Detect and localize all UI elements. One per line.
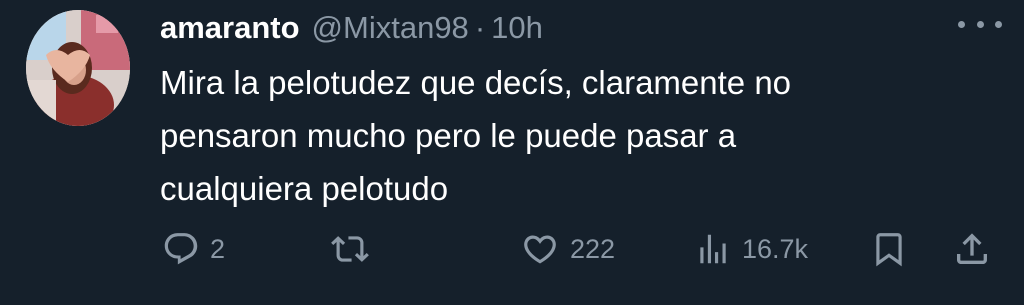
timestamp[interactable]: 10h [491,10,543,46]
more-dot [958,20,965,28]
reply-icon [162,230,200,268]
reply-count: 2 [210,233,226,264]
author-name[interactable]: amaranto [160,10,300,46]
avatar-image [26,10,130,126]
retweet-icon [330,230,370,268]
bookmark-button[interactable] [870,224,908,274]
more-dot [976,20,984,28]
share-icon [952,229,992,269]
tweet-header: amaranto @Mixtan98 · 10h [160,8,543,48]
views-button[interactable]: 16.7k [694,224,808,274]
like-count: 222 [570,233,616,264]
share-button[interactable] [952,224,992,274]
separator-dot: · [474,10,486,45]
tweet-text-line: Mira la pelotudez que decís, claramente … [160,64,792,101]
like-button[interactable]: 222 [520,224,615,274]
more-options-icon[interactable] [958,14,1002,34]
views-icon [694,230,732,268]
tweet: amaranto @Mixtan98 · 10h Mira la pelotud… [0,0,1024,305]
tweet-text-line: cualquiera pelotudo [160,170,449,207]
retweet-button[interactable] [330,224,380,274]
tweet-text-line: pensaron mucho pero le puede pasar a [160,117,737,154]
bookmark-icon [870,229,908,269]
author-handle[interactable]: @Mixtan98 [312,10,469,46]
more-dot [995,20,1002,28]
reply-button[interactable]: 2 [162,224,225,274]
avatar[interactable] [26,10,130,126]
tweet-text: Mira la pelotudez que decís, claramente … [160,56,960,215]
heart-icon [520,230,560,268]
views-count: 16.7k [742,233,809,264]
action-bar: 2 222 16.7k [0,224,1024,274]
